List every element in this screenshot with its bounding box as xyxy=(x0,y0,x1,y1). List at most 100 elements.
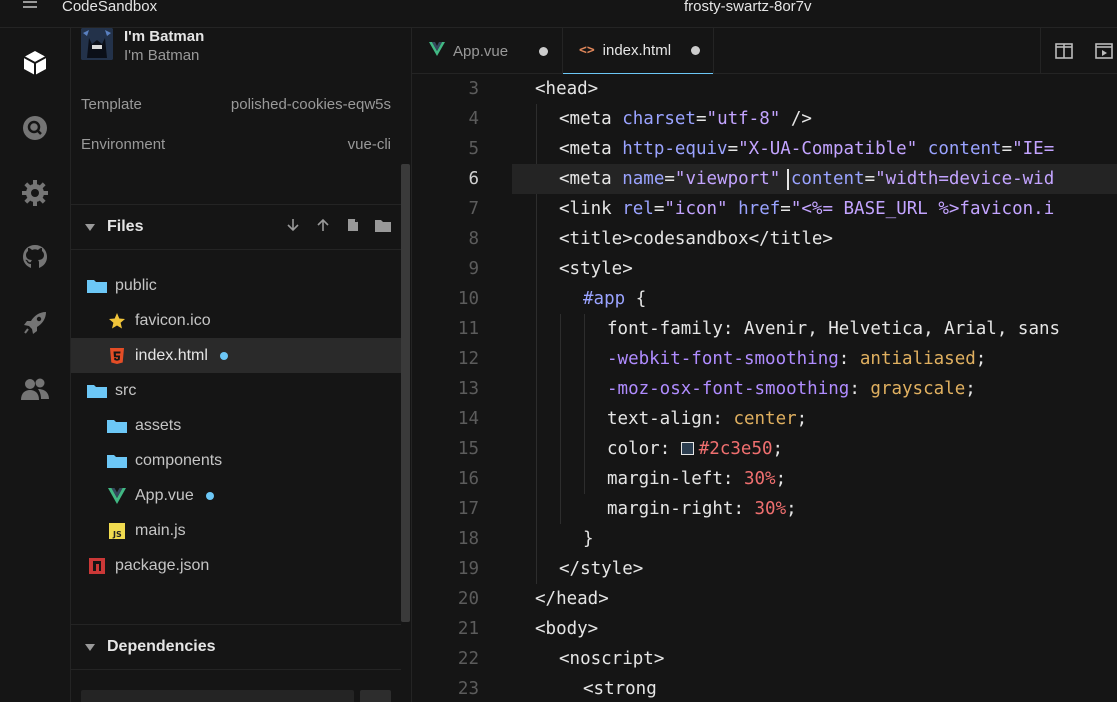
github-icon[interactable] xyxy=(20,242,50,272)
code-text: #app { xyxy=(583,289,647,309)
code-line[interactable]: 18} xyxy=(412,524,1117,554)
tree-item-favicon-ico[interactable]: favicon.ico xyxy=(71,303,401,338)
tree-item-components[interactable]: components xyxy=(71,443,401,478)
code-line[interactable]: 19 </style> xyxy=(412,554,1117,584)
dependencies-title: Dependencies xyxy=(107,638,216,655)
menu-icon[interactable] xyxy=(22,0,40,14)
chevron-down-icon[interactable] xyxy=(85,643,95,651)
code-line[interactable]: 16 margin-left: 30%; xyxy=(412,464,1117,494)
code-line[interactable]: 10 #app { xyxy=(412,284,1117,314)
user-name: I'm Batman xyxy=(124,28,205,45)
activity-bar xyxy=(0,28,71,702)
modified-dot xyxy=(219,351,228,360)
new-file-icon[interactable] xyxy=(345,217,361,233)
template-value[interactable]: polished-cookies-eqw5s xyxy=(231,96,391,113)
text-cursor xyxy=(787,169,789,190)
files-title: Files xyxy=(107,218,144,235)
code-line[interactable]: 13 -moz-osx-font-smoothing: grayscale; xyxy=(412,374,1117,404)
code-line[interactable]: 9 <style> xyxy=(412,254,1117,284)
avatar xyxy=(81,28,113,60)
code-icon: <> xyxy=(579,43,595,58)
code-line[interactable]: 21 <body> xyxy=(412,614,1117,644)
code-text: <meta name="viewport" content="width=dev… xyxy=(559,169,1055,189)
rocket-icon[interactable] xyxy=(20,308,50,338)
line-number: 23 xyxy=(457,679,479,699)
code-text: <head> xyxy=(535,79,599,99)
arrow-down-icon[interactable] xyxy=(285,217,301,233)
tree-item-public[interactable]: public xyxy=(71,268,401,303)
sidebar: I'm Batman I'm Batman Template polished-… xyxy=(71,28,412,702)
line-number: 9 xyxy=(468,259,479,279)
code-text: text-align: center; xyxy=(607,409,808,429)
code-line[interactable]: 23 <strong xyxy=(412,674,1117,702)
app-title: CodeSandbox xyxy=(62,0,158,15)
tree-item-label: components xyxy=(135,451,223,469)
line-number: 22 xyxy=(457,649,479,669)
code-line[interactable]: 17 margin-right: 30%; xyxy=(412,494,1117,524)
code-text: <body> xyxy=(535,619,599,639)
add-dependency-button[interactable] xyxy=(360,690,391,702)
tree-item-assets[interactable]: assets xyxy=(71,408,401,443)
modified-dot xyxy=(691,46,700,55)
line-number: 14 xyxy=(457,409,479,429)
line-number: 13 xyxy=(457,379,479,399)
folder-icon xyxy=(87,382,107,400)
code-line[interactable]: 5 <meta http-equiv="X-UA-Compatible" cont… xyxy=(412,134,1117,164)
sandbox-name[interactable]: frosty-swartz-8or7v xyxy=(684,0,812,15)
tree-item-app-vue[interactable]: App.vue xyxy=(71,478,401,513)
code-text: font-family: Avenir, Helvetica, Arial, s… xyxy=(607,319,1061,339)
files-section-header[interactable]: Files xyxy=(71,205,401,249)
tree-item-main-js[interactable]: JS main.js xyxy=(71,513,401,548)
environment-value: vue-cli xyxy=(347,136,391,153)
code-text: margin-right: 30%; xyxy=(607,499,797,519)
code-area[interactable]: 3 <head> 4 <meta charset="utf-8" /> 5 <meta h… xyxy=(412,74,1117,702)
divider xyxy=(71,669,401,670)
tree-item-label: assets xyxy=(135,416,182,434)
js-icon: JS xyxy=(107,522,127,540)
code-line[interactable]: 22 <noscript> xyxy=(412,644,1117,674)
tree-item-index-html[interactable]: index.html xyxy=(71,338,401,373)
dependencies-section-header[interactable]: Dependencies xyxy=(71,625,401,669)
code-line[interactable]: 20 </head> xyxy=(412,584,1117,614)
code-line[interactable]: 6 <meta name="viewport" content="width=de… xyxy=(412,164,1117,194)
code-text: } xyxy=(583,529,594,549)
arrow-up-icon[interactable] xyxy=(315,217,331,233)
cube-icon[interactable] xyxy=(20,48,50,78)
tab-app-vue[interactable]: App.vue xyxy=(412,28,562,74)
line-number: 18 xyxy=(457,529,479,549)
line-number: 15 xyxy=(457,439,479,459)
template-label: Template xyxy=(81,96,142,113)
line-number: 17 xyxy=(457,499,479,519)
dependency-search-input[interactable] xyxy=(81,690,354,702)
sidebar-scrollbar[interactable] xyxy=(401,164,410,622)
tree-item-package-json[interactable]: package.json xyxy=(71,548,401,583)
chevron-down-icon[interactable] xyxy=(85,223,95,231)
code-line[interactable]: 15 color: #2c3e50; xyxy=(412,434,1117,464)
folder-icon xyxy=(87,277,107,295)
search-icon[interactable] xyxy=(20,113,50,143)
code-line[interactable]: 12 -webkit-font-smoothing: antialiased; xyxy=(412,344,1117,374)
code-text: <style> xyxy=(559,259,633,279)
line-number: 12 xyxy=(457,349,479,369)
code-line[interactable]: 11 font-family: Avenir, Helvetica, Arial,… xyxy=(412,314,1117,344)
tree-item-src[interactable]: src xyxy=(71,373,401,408)
template-row: Template polished-cookies-eqw5s xyxy=(81,96,391,113)
divider xyxy=(1040,28,1041,74)
tree-item-label: App.vue xyxy=(135,486,194,504)
code-line[interactable]: 8 <title>codesandbox</title> xyxy=(412,224,1117,254)
code-line[interactable]: 14 text-align: center; xyxy=(412,404,1117,434)
npm-icon xyxy=(87,557,107,575)
code-line[interactable]: 7 <link rel="icon" href="<%= BASE_URL %>f… xyxy=(412,194,1117,224)
code-line[interactable]: 4 <meta charset="utf-8" /> xyxy=(412,104,1117,134)
tab-index-html[interactable]: <> index.html xyxy=(563,28,713,74)
new-folder-icon[interactable] xyxy=(375,217,391,233)
code-text: <link rel="icon" href="<%= BASE_URL %>fa… xyxy=(559,199,1055,219)
line-number: 10 xyxy=(457,289,479,309)
split-view-icon[interactable] xyxy=(1054,41,1074,61)
gear-icon[interactable] xyxy=(20,178,50,208)
code-line[interactable]: 3 <head> xyxy=(412,74,1117,104)
divider xyxy=(71,249,401,250)
tab-label: App.vue xyxy=(453,42,509,60)
preview-icon[interactable] xyxy=(1094,41,1114,61)
users-icon[interactable] xyxy=(20,374,50,404)
